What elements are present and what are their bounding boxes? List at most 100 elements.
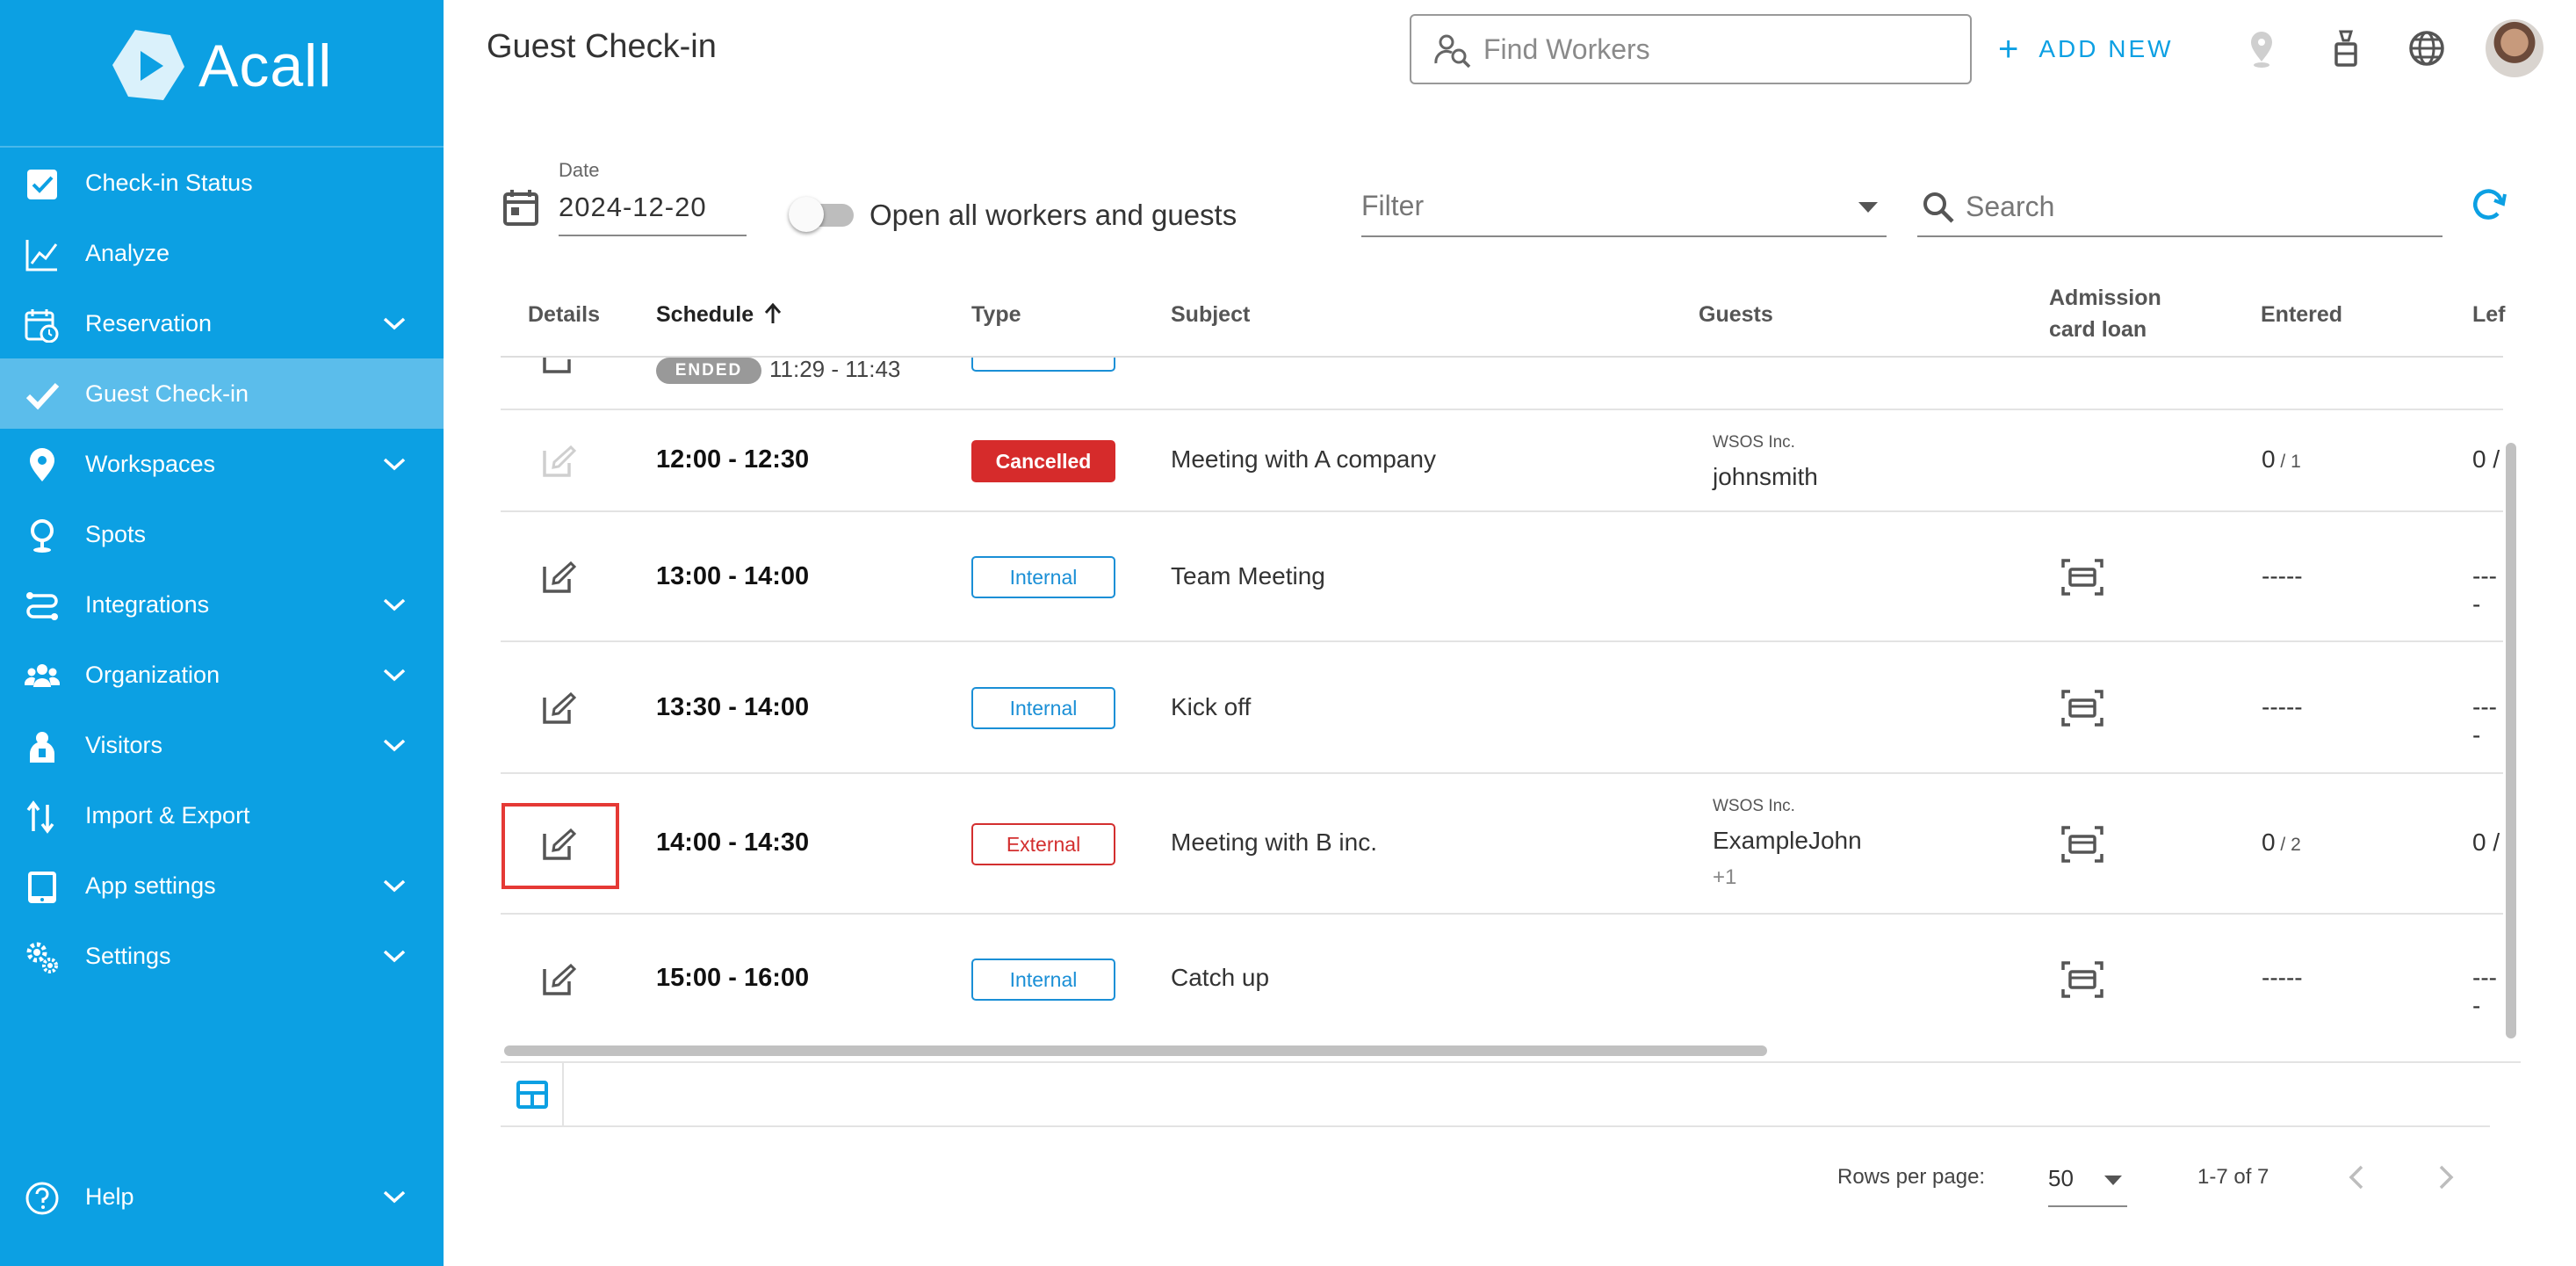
sidebar-item-label: Settings [85, 942, 171, 969]
entered-num: ----- [2262, 562, 2303, 590]
sidebar-item-analyze[interactable]: Analyze [0, 218, 444, 288]
schedule-time: 14:00 - 14:30 [656, 828, 810, 857]
sidebar: Acall Check-in Status Analyze Reservatio… [0, 0, 444, 1266]
entered-num: ----- [2262, 964, 2303, 991]
schedule-time: 12:00 - 12:30 [656, 445, 810, 474]
kiosk-icon[interactable] [2324, 26, 2368, 70]
caret-down-icon [1858, 202, 1878, 213]
sidebar-item-spots[interactable]: Spots [0, 499, 444, 569]
sidebar-item-app-settings[interactable]: App settings [0, 850, 444, 921]
page-title: Guest Check-in [487, 28, 717, 65]
ended-badge: ENDED [656, 358, 761, 384]
edit-icon[interactable] [541, 358, 576, 375]
card-reader-icon[interactable] [2060, 358, 2105, 366]
person-search-icon [1434, 34, 1471, 69]
add-new-button[interactable]: + ADD NEW [1998, 32, 2174, 67]
entered-den: / 2 [2275, 835, 2301, 855]
edit-icon[interactable] [541, 560, 576, 595]
sidebar-item-integrations[interactable]: Integrations [0, 569, 444, 640]
find-workers-field[interactable] [1410, 14, 1972, 84]
edit-icon[interactable] [541, 962, 576, 997]
integrations-icon [26, 592, 58, 620]
column-header-guests: Guests [1699, 302, 1773, 327]
schedule-time: 13:00 - 14:00 [656, 562, 810, 590]
calendar-icon[interactable] [502, 188, 539, 227]
type-badge: Internal [971, 687, 1115, 729]
card-reader-icon[interactable] [2060, 557, 2105, 597]
table-row[interactable]: 15:00 - 16:00 Internal Catch up ----- --… [501, 915, 2503, 1045]
sidebar-item-help[interactable]: Help [0, 1161, 444, 1232]
table-view-icon[interactable] [516, 1079, 548, 1110]
find-workers-input[interactable] [1483, 33, 1940, 66]
filter-select[interactable]: Filter [1361, 184, 1887, 237]
chevron-down-icon[interactable] [381, 1186, 408, 1207]
column-header-type: Type [971, 302, 1021, 327]
sidebar-item-label: Workspaces [85, 450, 216, 477]
chevron-down-icon[interactable] [381, 453, 408, 474]
sidebar-item-label: Import & Export [85, 801, 250, 828]
sidebar-item-check-in-status[interactable]: Check-in Status [0, 148, 444, 218]
left-count: 0 / [2472, 445, 2500, 473]
subject: Kick off [1171, 693, 1252, 720]
edit-icon[interactable] [541, 691, 576, 726]
rows-per-page-select[interactable]: 50 [2048, 1158, 2127, 1207]
filter-placeholder: Filter [1361, 190, 1425, 221]
entered-num: ----- [2262, 693, 2303, 720]
sidebar-item-organization[interactable]: Organization [0, 640, 444, 710]
entered-count: ----- [2262, 964, 2303, 992]
avatar[interactable] [2486, 19, 2544, 77]
chevron-down-icon[interactable] [381, 945, 408, 966]
sidebar-item-visitors[interactable]: Visitors [0, 710, 444, 780]
chevron-right-icon[interactable] [2429, 1161, 2461, 1193]
table-row[interactable]: 13:00 - 14:00 Internal Team Meeting ----… [501, 512, 2503, 642]
chevron-down-icon[interactable] [381, 313, 408, 334]
spot-pin-icon [31, 519, 54, 553]
column-header-details: Details [528, 302, 600, 327]
column-header-schedule[interactable]: Schedule [656, 302, 783, 328]
table-row[interactable]: 12:00 - 12:30 Cancelled Meeting with A c… [501, 410, 2503, 512]
sidebar-item-label: Organization [85, 661, 220, 688]
column-header-admission-line1: Admission [2049, 286, 2161, 310]
sidebar-item-import-export[interactable]: Import & Export [0, 780, 444, 850]
horizontal-scrollbar[interactable] [504, 1045, 1767, 1056]
sidebar-item-reservation[interactable]: Reservation [0, 288, 444, 358]
vertical-scrollbar[interactable] [2506, 443, 2516, 1038]
card-reader-icon[interactable] [2060, 959, 2105, 1000]
acall-logo-icon [112, 30, 184, 100]
table-footer-divider-vertical [562, 1063, 564, 1126]
table-row[interactable]: 14:00 - 14:30 External Meeting with B in… [501, 774, 2503, 915]
check-icon [25, 382, 60, 410]
toggle-thumb [789, 197, 824, 232]
visitor-icon [30, 732, 54, 763]
entered-count: ----- [2262, 562, 2303, 590]
subject: Team Meeting [1171, 562, 1325, 590]
date-input[interactable]: 2024-12-20 [559, 192, 707, 223]
open-all-toggle[interactable] [789, 197, 855, 232]
search-field[interactable] [1917, 184, 2443, 237]
entered-den: / 1 [2275, 452, 2301, 472]
refresh-icon[interactable] [2468, 184, 2508, 225]
card-reader-icon[interactable] [2060, 824, 2105, 864]
left-count: 0 / [2472, 828, 2500, 856]
chevron-left-icon[interactable] [2341, 1161, 2373, 1193]
logo[interactable]: Acall [109, 26, 332, 105]
location-pin-icon[interactable] [2240, 26, 2284, 70]
left-count: ---- [2472, 562, 2497, 618]
plus-icon: + [1998, 30, 2022, 69]
search-input[interactable] [1966, 186, 2422, 227]
chevron-down-icon[interactable] [381, 734, 408, 756]
sidebar-item-guest-check-in[interactable]: Guest Check-in [0, 358, 444, 429]
sidebar-item-settings[interactable]: Settings [0, 921, 444, 991]
guest-name: ExampleJohn [1713, 827, 1862, 854]
page-range: 1-7 of 7 [2197, 1165, 2269, 1189]
sidebar-item-workspaces[interactable]: Workspaces [0, 429, 444, 499]
chevron-down-icon[interactable] [381, 664, 408, 685]
guest-company: WSOS Inc. [1713, 433, 1795, 452]
chevron-down-icon[interactable] [381, 594, 408, 615]
card-reader-icon[interactable] [2060, 688, 2105, 728]
table-row[interactable]: 13:30 - 14:00 Internal Kick off ----- --… [501, 642, 2503, 774]
globe-icon[interactable] [2405, 26, 2449, 70]
edit-icon[interactable] [541, 444, 576, 479]
chevron-down-icon[interactable] [381, 875, 408, 896]
left-count: ---- [2472, 693, 2497, 749]
